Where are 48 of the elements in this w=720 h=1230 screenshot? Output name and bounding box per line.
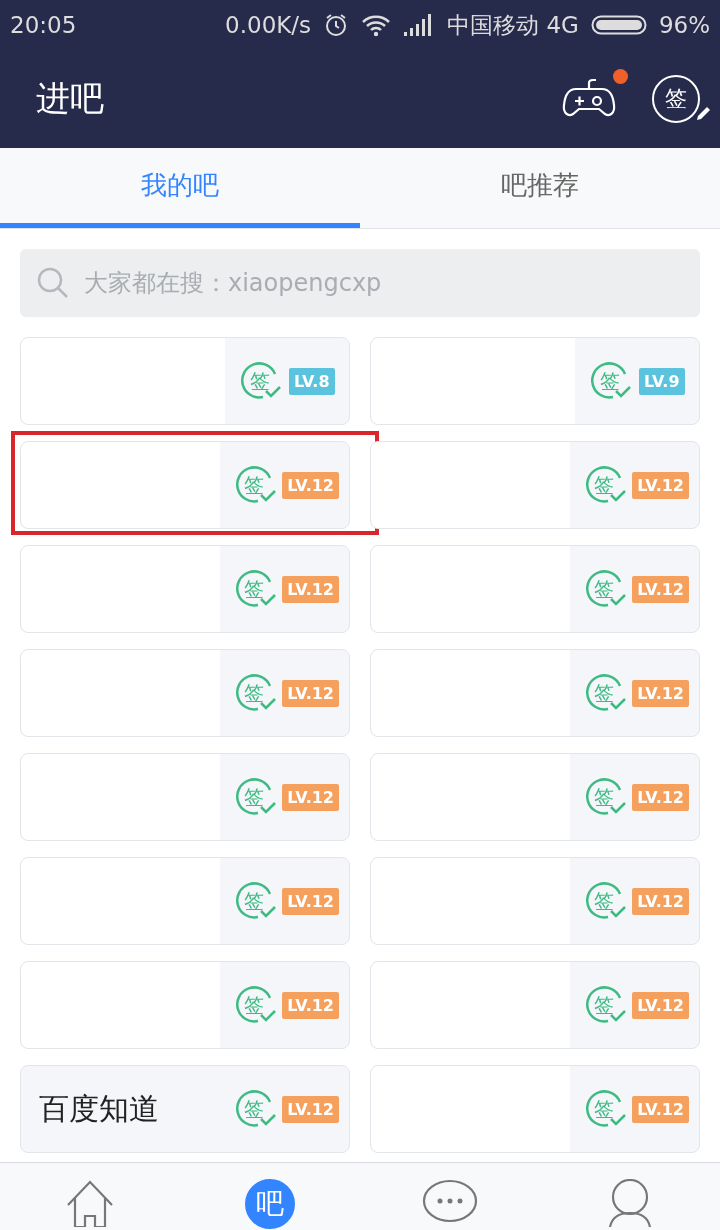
forum-card[interactable]: 签 LV.12 [370,753,700,841]
network-speed: 0.00K/s [225,12,312,38]
level-badge: LV.12 [632,783,689,811]
carrier-label: 中国移动 4G [447,10,579,40]
tab[interactable]: 吧推荐 [360,148,720,228]
level-badge: LV.8 [289,367,335,395]
forum-card[interactable]: 签 LV.12 [20,753,350,841]
level-badge: LV.12 [632,679,689,707]
level-badge: LV.12 [282,679,339,707]
level-badge: LV.12 [282,887,339,915]
forum-card[interactable]: 签 LV.12 [20,441,350,529]
search-icon [36,266,70,300]
forum-card[interactable]: 签 LV.12 [20,857,350,945]
forum-card[interactable]: 签 LV.12 [370,961,700,1049]
battery-level: 96% [658,12,710,38]
page-title: 进吧 [36,77,104,120]
forum-card[interactable]: 签 LV.12 [370,1065,700,1153]
forum-card[interactable]: 签 LV.12 [20,649,350,737]
forum-name: 百度知道 [39,1089,159,1128]
forum-card[interactable]: 签 LV.12 [20,961,350,1049]
forum-card[interactable]: 签 LV.8 [20,337,350,425]
level-badge: LV.12 [632,1095,689,1123]
level-badge: LV.12 [282,471,339,499]
level-badge: LV.12 [632,991,689,1019]
pencil-icon [694,105,712,123]
level-badge: LV.12 [632,575,689,603]
level-badge: LV.12 [632,887,689,915]
forum-card[interactable]: 签 LV.9 [370,337,700,425]
wifi-icon [361,13,392,37]
forum-card[interactable]: 百度知道 签 LV.12 [20,1065,350,1153]
forum-tab[interactable]: 吧 [245,1179,295,1229]
person-icon[interactable] [608,1179,652,1227]
status-time: 20:05 [10,12,77,38]
level-badge: LV.12 [282,783,339,811]
forum-card[interactable]: 签 LV.12 [370,441,700,529]
forum-card[interactable]: 签 LV.12 [370,649,700,737]
level-badge: LV.12 [282,1095,339,1123]
forum-card[interactable]: 签 LV.12 [370,857,700,945]
forum-card[interactable]: 签 LV.12 [20,545,350,633]
search-field[interactable]: 大家都在搜：xiaopengcxp [20,249,700,317]
home-icon[interactable] [65,1179,115,1227]
tab[interactable]: 我的吧 [0,148,360,228]
level-badge: LV.12 [282,575,339,603]
battery-icon [590,13,647,37]
forum-card[interactable]: 签 LV.12 [370,545,700,633]
level-badge: LV.12 [632,471,689,499]
level-badge: LV.9 [639,367,685,395]
level-badge: LV.12 [282,991,339,1019]
